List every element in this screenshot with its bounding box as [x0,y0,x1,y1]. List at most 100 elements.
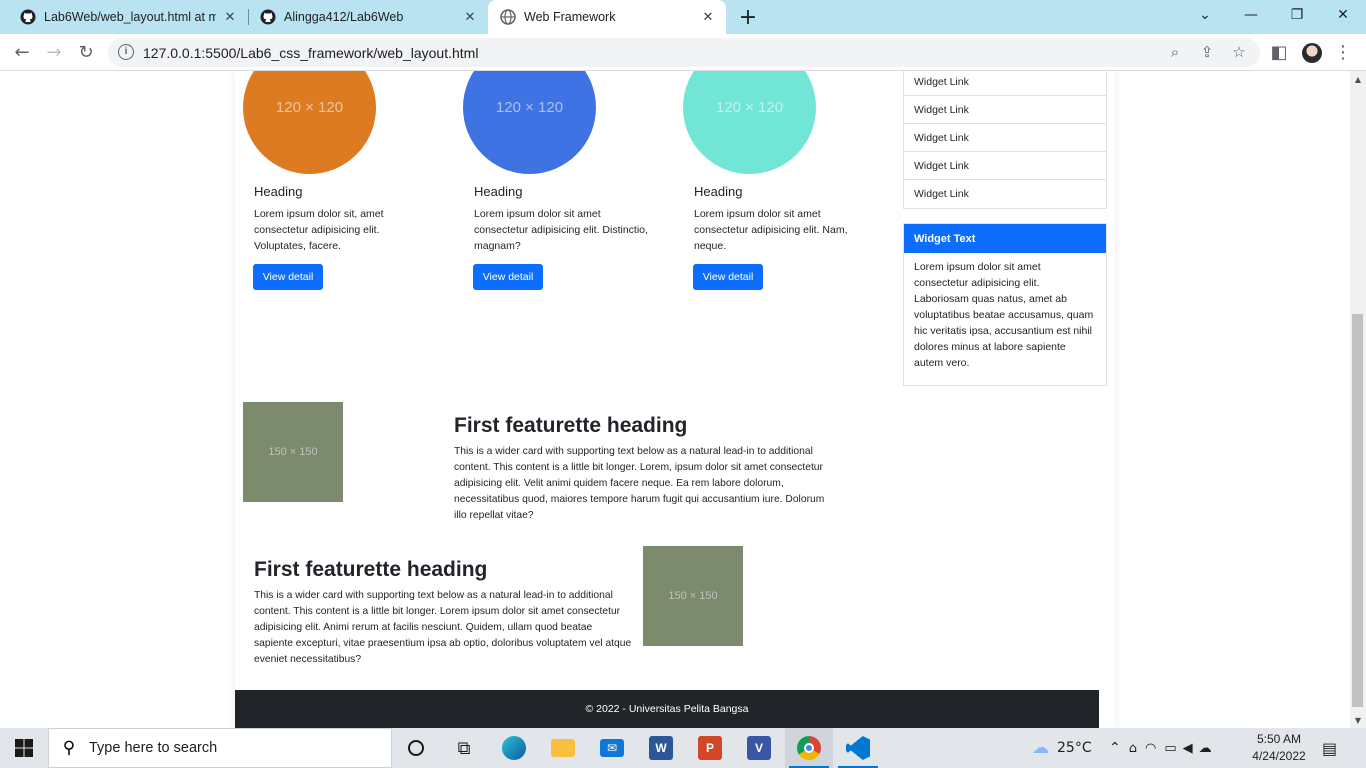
vscode-icon [846,736,870,760]
widget-link[interactable]: Widget Link [904,152,1106,180]
info-icon[interactable]: i [118,44,134,60]
mail-app[interactable]: ✉ [588,728,636,768]
search-placeholder: Type here to search [89,740,218,756]
notification-icon: ▤ [1322,738,1338,758]
mail-icon: ✉ [600,739,624,757]
meet-now-icon[interactable]: ⌂ [1129,741,1137,756]
system-tray: ⌃ ⌂ ◠ ▭ ◀ ☁ [1109,728,1212,768]
tab-search-chevron-icon[interactable]: ⌄ [1182,0,1228,30]
placeholder-label: 120 × 120 [275,99,344,116]
close-icon[interactable]: ✕ [462,9,478,25]
tab-github-file[interactable]: Lab6Web/web_layout.html at ma ✕ [8,0,248,34]
placeholder-label: 120 × 120 [715,99,784,116]
search-icon: ⚲ [62,738,76,758]
reload-button[interactable]: ↻ [73,39,99,65]
forward-button[interactable]: → [41,39,67,65]
column-heading: Heading [474,184,523,199]
tab-strip: Lab6Web/web_layout.html at ma ✕ Alingga4… [0,0,1366,34]
close-icon[interactable]: ✕ [700,9,716,25]
cloud-icon: ☁ [1032,738,1049,758]
cortana-button[interactable] [392,728,440,768]
featurette-image-2: 150 × 150 [643,546,743,646]
widget-card-title: Widget Text [904,224,1106,253]
edge-icon [502,736,526,760]
widget-text-card: Widget Text Lorem ipsum dolor sit amet c… [903,223,1107,386]
widget-link-list: Widget Link Widget Link Widget Link Widg… [903,71,1107,209]
word-app[interactable]: W [637,728,685,768]
scroll-up-arrow-icon[interactable]: ▲ [1350,71,1366,87]
widget-link[interactable]: Widget Link [904,180,1106,208]
file-explorer-app[interactable] [539,728,587,768]
task-view-button[interactable]: ⧉ [440,728,488,768]
taskbar-search[interactable]: ⚲ Type here to search [48,728,392,768]
widget-link[interactable]: Widget Link [904,96,1106,124]
share-icon[interactable]: ⇪ [1197,42,1217,62]
word-icon: W [649,736,673,760]
visio-icon: V [747,736,771,760]
powerpoint-icon: P [698,736,722,760]
clock-time: 5:50 AM [1256,732,1302,746]
zoom-icon[interactable]: ⌕ [1165,42,1185,62]
task-view-icon: ⧉ [457,737,471,759]
page-scrollbar[interactable]: ▲ ▼ [1350,71,1366,728]
notifications-button[interactable]: ▤ [1322,728,1337,768]
vscode-app[interactable] [834,728,882,768]
widget-link[interactable]: Widget Link [904,124,1106,152]
widget-card-body: Lorem ipsum dolor sit amet consectetur a… [914,261,1094,369]
powerpoint-app[interactable]: P [686,728,734,768]
column-text: Lorem ipsum dolor sit, amet consectetur … [254,208,384,252]
column-text: Lorem ipsum dolor sit amet consectetur a… [694,208,848,252]
volume-icon[interactable]: ◀ [1183,741,1193,756]
widget-link[interactable]: Widget Link [904,71,1106,96]
github-icon [20,9,36,25]
profile-avatar[interactable] [1302,43,1322,63]
address-bar[interactable]: i 127.0.0.1:5500/Lab6_css_framework/web_… [108,38,1260,67]
start-button[interactable] [0,728,48,768]
new-tab-button[interactable]: + [736,5,760,30]
chevron-up-icon[interactable]: ⌃ [1109,740,1121,756]
weather-widget[interactable]: ☁ 25°C [1032,728,1092,768]
weather-temp: 25°C [1057,740,1092,756]
featurette-text: This is a wider card with supporting tex… [454,446,825,521]
browser-toolbar: ← → ↻ i 127.0.0.1:5500/Lab6_css_framewor… [0,34,1366,71]
windows-taskbar: ⚲ Type here to search ⧉ ✉ W P V ☁ 25°C ⌃… [0,728,1366,768]
windows-logo-icon [15,739,33,757]
wifi-icon[interactable]: ◠ [1145,741,1156,756]
taskbar-clock[interactable]: 5:50 AM 4/24/2022 [1250,731,1308,765]
tab-title: Web Framework [524,10,616,24]
onedrive-cloud-icon[interactable]: ☁ [1199,741,1212,756]
placeholder-label: 150 × 150 [268,446,318,458]
minimize-button[interactable]: — [1228,0,1274,30]
restore-button[interactable]: ❐ [1274,0,1320,30]
column-heading: Heading [254,184,303,199]
tab-github-repo[interactable]: Alingga412/Lab6Web ✕ [248,0,488,34]
featurette-image-1: 150 × 150 [243,402,343,502]
page-viewport: 120 × 120 120 × 120 120 × 120 Heading He… [0,71,1350,728]
view-detail-button[interactable]: View detail [693,264,763,290]
view-detail-button[interactable]: View detail [253,264,323,290]
featurette-heading: First featurette heading [454,414,688,437]
placeholder-label: 120 × 120 [495,99,564,116]
globe-icon [500,9,516,25]
menu-kebab-icon[interactable]: ⋮ [1330,39,1356,65]
github-icon [260,9,276,25]
column-heading: Heading [694,184,743,199]
chrome-app[interactable] [785,728,833,768]
placeholder-label: 150 × 150 [668,590,718,602]
scroll-thumb[interactable] [1352,314,1363,707]
back-button[interactable]: ← [9,39,35,65]
view-detail-button[interactable]: View detail [473,264,543,290]
tab-web-framework[interactable]: Web Framework ✕ [488,0,726,34]
folder-icon [551,739,575,757]
close-window-button[interactable]: ✕ [1320,0,1366,30]
visio-app[interactable]: V [735,728,783,768]
edge-app[interactable] [490,728,538,768]
battery-icon[interactable]: ▭ [1164,741,1176,756]
chrome-icon [797,736,821,760]
bookmark-star-icon[interactable]: ☆ [1229,42,1249,62]
close-icon[interactable]: ✕ [222,9,238,25]
featurette-heading: First featurette heading [254,558,488,581]
side-panel-icon[interactable]: ◧ [1266,39,1292,65]
url-text[interactable]: 127.0.0.1:5500/Lab6_css_framework/web_la… [143,45,478,61]
scroll-down-arrow-icon[interactable]: ▼ [1350,712,1366,728]
